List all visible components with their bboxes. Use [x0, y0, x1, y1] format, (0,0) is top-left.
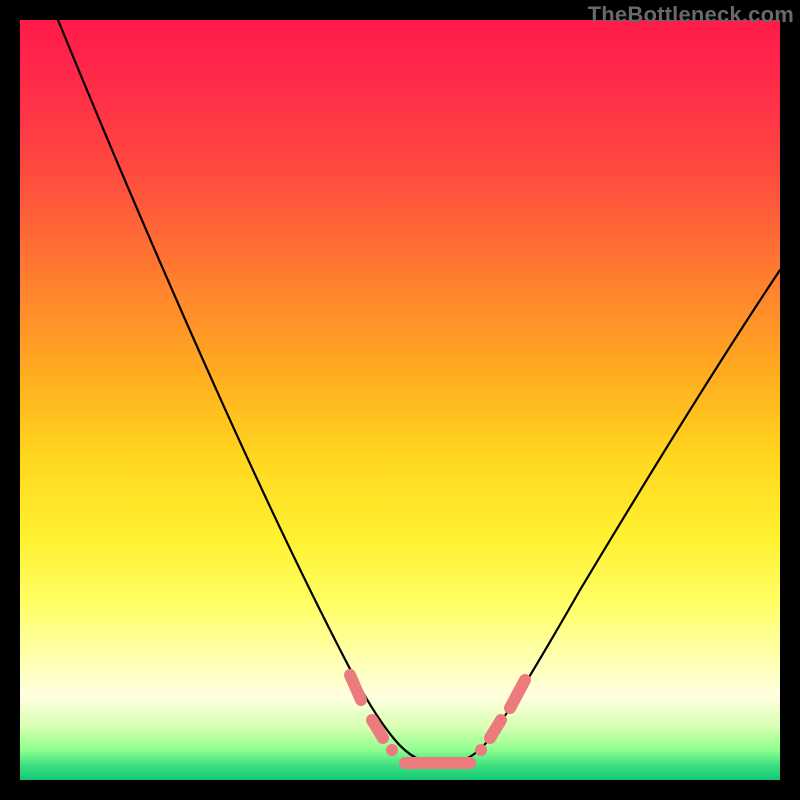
accent-dot-left [386, 744, 398, 756]
chart-svg [20, 20, 780, 780]
bottleneck-curve [58, 20, 780, 764]
accent-dot-right [475, 744, 487, 756]
plot-area [20, 20, 780, 780]
chart-frame: TheBottleneck.com [0, 0, 800, 800]
watermark-text: TheBottleneck.com [588, 2, 794, 28]
accent-seg-right-upper [510, 680, 525, 708]
accent-seg-right-lower [490, 720, 501, 738]
accent-seg-left-upper [350, 675, 361, 700]
